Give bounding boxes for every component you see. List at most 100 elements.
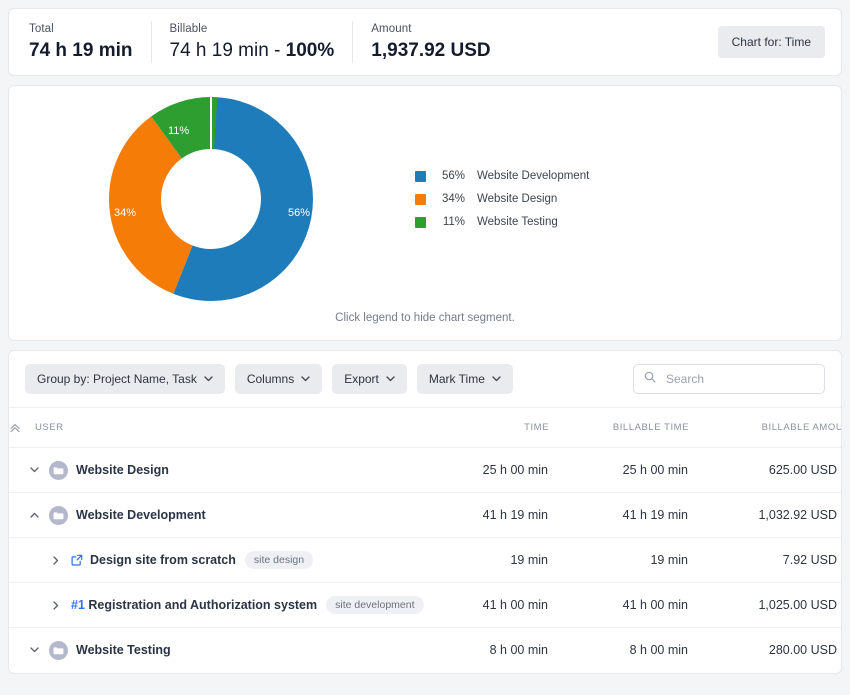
row-billable-time[interactable]: 41 h 00 min [549,582,689,628]
column-header-time[interactable]: TIME [429,407,549,448]
row-issue-number[interactable]: #1 [71,598,85,612]
chevron-down-icon [204,376,213,382]
group-by-label: Group by: Project Name, Task [37,372,197,386]
legend-label: Website Design [477,193,558,205]
donut-svg [109,97,313,301]
export-button[interactable]: Export [332,364,407,394]
legend-item-website-design[interactable]: 34% Website Design [415,188,589,211]
row-time[interactable]: 8 h 00 min [429,628,549,673]
summary-metrics: Total 74 h 19 min Billable 74 h 19 min -… [9,21,718,63]
row-title: Website Testing [76,643,171,658]
report-page: Total 74 h 19 min Billable 74 h 19 min -… [0,0,850,695]
row-billable-time[interactable]: 41 h 19 min [549,492,689,538]
table-row[interactable]: #1 Registration and Authorization system… [9,582,841,628]
folder-icon [49,460,68,480]
row-user-cell: Design site from scratch site design [9,537,429,583]
metric-billable-percent: 100% [285,39,335,61]
chevron-down-icon [386,376,395,382]
table-row[interactable]: Website Development 41 h 19 min 41 h 19 … [9,492,841,538]
metric-amount-value: 1,937.92 USD [371,39,491,61]
metric-billable-time: 74 h 19 min - [169,39,286,61]
table-body: Website Design 25 h 00 min 25 h 00 min 6… [9,447,841,673]
legend-swatch-icon [415,193,426,205]
column-header-user: USER [9,407,429,448]
column-header-billable-amount[interactable]: BILLABLE AMOUNT [689,407,841,448]
metric-amount: Amount 1,937.92 USD [353,21,508,63]
mark-time-label: Mark Time [428,372,485,386]
row-user-cell: Website Design [9,447,429,493]
chart-card: 56% 34% 11% 56% Website Development 34% … [8,85,842,341]
table-row[interactable]: Website Design 25 h 00 min 25 h 00 min 6… [9,447,841,493]
row-billable-time[interactable]: 19 min [549,537,689,583]
metric-billable: Billable 74 h 19 min - 100% [152,21,354,63]
row-title: Website Design [76,463,169,477]
metric-total-label: Total [29,22,54,35]
row-tag[interactable]: site design [244,551,314,569]
collapse-all-icon[interactable] [9,422,21,434]
search-input[interactable] [664,371,814,387]
row-billable-amount: 625.00 USD [689,447,841,493]
table-header-row: USER TIME BILLABLE TIME BILLABLE AMOUNT [9,407,841,448]
row-tag[interactable]: site development [326,596,424,614]
mark-time-button[interactable]: Mark Time [416,364,513,394]
search-icon [644,370,664,388]
chevron-down-icon [492,376,501,382]
legend-percent: 11% [442,216,465,228]
donut-graphic: 56% 34% 11% [106,94,316,304]
group-by-button[interactable]: Group by: Project Name, Task [25,364,225,394]
chevron-down-icon[interactable] [27,467,41,473]
chevron-up-icon[interactable] [27,512,41,518]
external-link-icon[interactable] [71,554,83,566]
chevron-down-icon [301,376,310,382]
metric-amount-label: Amount [371,22,412,35]
row-time[interactable]: 41 h 19 min [429,492,549,538]
export-label: Export [344,372,379,386]
columns-button[interactable]: Columns [234,364,323,394]
row-billable-time[interactable]: 8 h 00 min [549,628,689,673]
chart-for-button[interactable]: Chart for: Time [717,26,825,58]
metric-billable-value: 74 h 19 min - 100% [170,39,335,63]
table-header: USER TIME BILLABLE TIME BILLABLE AMOUNT [9,407,841,448]
chevron-right-icon[interactable] [49,555,63,565]
metric-total: Total 74 h 19 min [9,21,152,63]
summary-bar: Total 74 h 19 min Billable 74 h 19 min -… [8,8,842,76]
row-billable-amount: 1,025.00 USD [689,582,841,628]
row-time[interactable]: 25 h 00 min [429,447,549,493]
row-billable-amount: 7.92 USD [689,537,841,583]
table-toolbar: Group by: Project Name, Task Columns Exp… [9,351,841,407]
search-box[interactable] [633,364,825,394]
row-billable-time[interactable]: 25 h 00 min [549,447,689,493]
metric-total-value: 74 h 19 min [29,39,133,61]
row-user-cell: #1 Registration and Authorization system… [9,582,429,628]
legend-label: Website Testing [477,216,558,228]
folder-icon [49,505,68,525]
legend-percent: 56% [441,170,465,182]
legend-item-website-testing[interactable]: 11% Website Testing [415,211,589,234]
chevron-down-icon[interactable] [27,647,41,653]
legend-item-website-development[interactable]: 56% Website Development [415,165,589,188]
row-time[interactable]: 19 min [429,537,549,583]
legend-label: Website Development [477,170,590,182]
column-header-user-label: USER [35,422,64,433]
folder-icon [49,640,68,660]
donut-chart: 56% 34% 11% [21,89,401,309]
column-header-billable-time[interactable]: BILLABLE TIME [549,407,689,448]
row-user-cell: Website Development [9,492,429,538]
legend-percent: 34% [441,193,465,205]
chevron-right-icon[interactable] [49,600,63,610]
report-table: USER TIME BILLABLE TIME BILLABLE AMOUNT [9,407,841,673]
report-table-card: Group by: Project Name, Task Columns Exp… [8,350,842,674]
chart-body: 56% 34% 11% 56% Website Development 34% … [9,86,841,312]
chart-hint-text: Click legend to hide chart segment. [335,312,515,324]
row-billable-amount: 280.00 USD [768,643,837,658]
legend-swatch-icon [415,170,426,182]
row-title: Website Development [76,508,206,522]
chart-legend: 56% Website Development 34% Website Desi… [415,165,589,234]
table-row[interactable]: Website Testing 8 h 00 min 8 h 00 min 28… [9,628,841,673]
row-title: Design site from scratch [90,553,236,567]
row-time[interactable]: 41 h 00 min [429,582,549,628]
row-billable-amount: 1,032.92 USD [689,492,841,538]
table-row[interactable]: Design site from scratch site design 19 … [9,537,841,583]
row-user-cell: Website Testing [9,628,429,673]
row-title: Registration and Authorization system [88,598,318,612]
